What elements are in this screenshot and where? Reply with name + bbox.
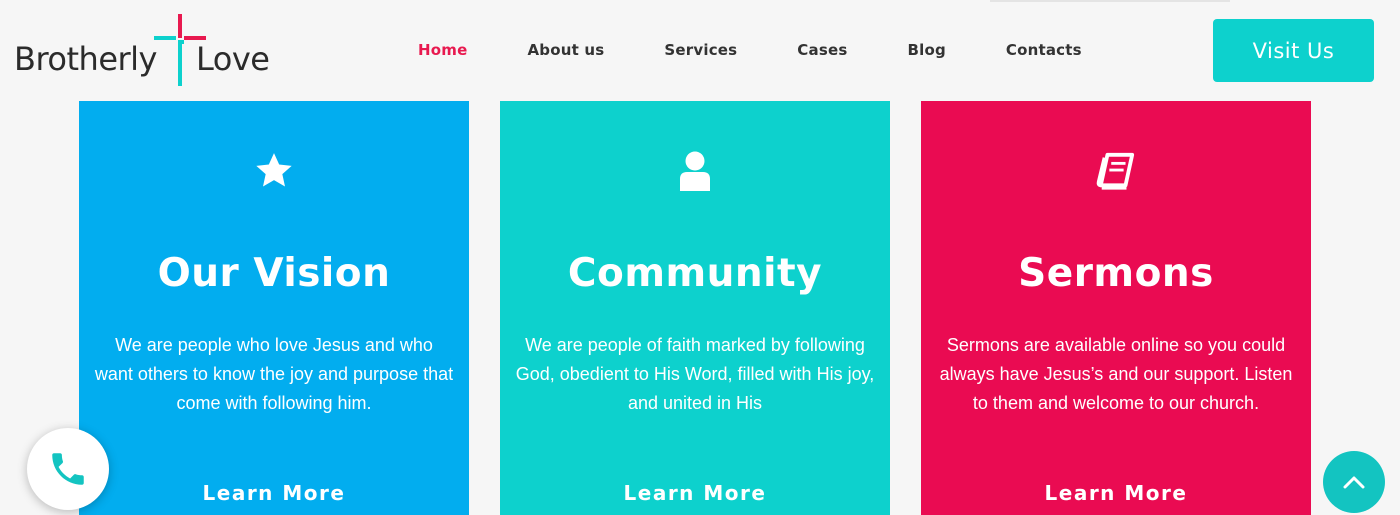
card-description: We are people of faith marked by followi… xyxy=(515,335,875,413)
visit-us-button[interactable]: Visit Us xyxy=(1213,19,1374,82)
card-title: Community xyxy=(567,251,823,296)
book-icon xyxy=(1096,151,1136,191)
card-title: Sermons xyxy=(1018,251,1214,296)
nav-cases[interactable]: Cases xyxy=(797,41,847,59)
main-nav: Home About us Services Cases Blog Contac… xyxy=(418,36,1082,64)
nav-services[interactable]: Services xyxy=(664,41,737,59)
nav-home[interactable]: Home xyxy=(418,41,467,59)
card-description: Sermons are available online so you coul… xyxy=(939,335,1293,413)
card-description: We are people who love Jesus and who wan… xyxy=(94,335,454,413)
learn-more-link[interactable]: Learn More xyxy=(79,481,469,505)
site-header: Brotherly Love Home About us Services Ca… xyxy=(0,0,1400,100)
nav-about-us[interactable]: About us xyxy=(527,41,604,59)
site-logo[interactable]: Brotherly Love xyxy=(14,14,284,86)
top-divider xyxy=(990,0,1230,2)
chevron-up-icon xyxy=(1343,476,1365,489)
nav-contacts[interactable]: Contacts xyxy=(1006,41,1082,59)
logo-text-love: Love xyxy=(196,40,270,78)
call-button[interactable] xyxy=(27,428,109,510)
learn-more-link[interactable]: Learn More xyxy=(921,481,1311,505)
card-community: Community We are people of faith marked … xyxy=(500,101,890,515)
card-our-vision: Our Vision We are people who love Jesus … xyxy=(79,101,469,515)
star-icon xyxy=(254,151,294,191)
phone-icon xyxy=(52,453,84,485)
card-sermons: Sermons Sermons are available online so … xyxy=(921,101,1311,515)
scroll-to-top-button[interactable] xyxy=(1323,451,1385,513)
user-icon xyxy=(675,151,715,191)
learn-more-link[interactable]: Learn More xyxy=(500,481,890,505)
logo-text-brotherly: Brotherly xyxy=(14,40,157,78)
card-title: Our Vision xyxy=(157,251,391,296)
nav-blog[interactable]: Blog xyxy=(907,41,945,59)
